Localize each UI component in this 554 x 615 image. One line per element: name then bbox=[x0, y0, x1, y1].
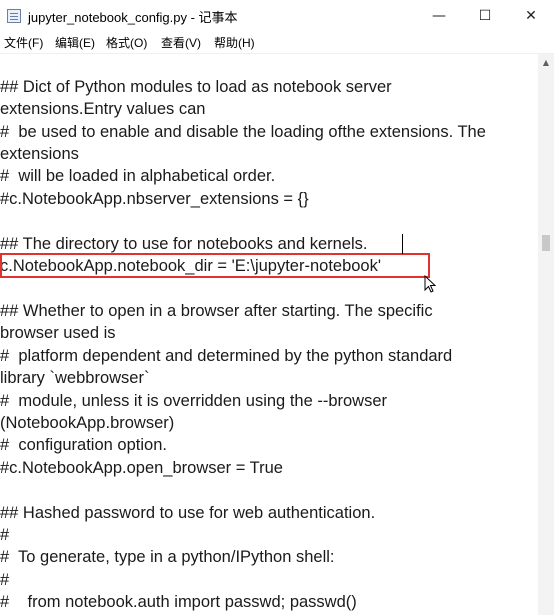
close-button[interactable]: ✕ bbox=[508, 0, 554, 32]
menu-view[interactable]: 查看(V) bbox=[161, 34, 201, 51]
maximize-icon: ☐ bbox=[478, 8, 492, 24]
title-bar: jupyter_notebook_config.py - 记事本 — ☐ ✕ bbox=[0, 0, 554, 32]
text-line: extensions.Entry values can bbox=[0, 100, 206, 118]
text-line: # from notebook.auth import passwd; pass… bbox=[0, 593, 357, 611]
highlight-box bbox=[0, 253, 430, 278]
text-line: ## Dict of Python modules to load as not… bbox=[0, 78, 392, 96]
text-line: #c.NotebookApp.open_browser = True bbox=[0, 459, 283, 477]
text-line: library `webbrowser` bbox=[0, 369, 150, 387]
vertical-scrollbar[interactable]: ▲ bbox=[538, 54, 554, 615]
mouse-pointer-icon bbox=[424, 275, 436, 293]
text-line: ## The directory to use for notebooks an… bbox=[0, 235, 368, 253]
menu-edit[interactable]: 编辑(E) bbox=[55, 34, 95, 51]
text-cursor bbox=[402, 234, 403, 254]
text-line: #c.NotebookApp.nbserver_extensions = {} bbox=[0, 190, 309, 208]
maximize-button[interactable]: ☐ bbox=[462, 0, 508, 32]
text-line: extensions bbox=[0, 145, 79, 163]
text-line: # To generate, type in a python/IPython … bbox=[0, 548, 335, 566]
menu-help[interactable]: 帮助(H) bbox=[214, 34, 255, 51]
text-line: # module, unless it is overridden using … bbox=[0, 392, 388, 410]
text-line: # bbox=[0, 526, 10, 544]
text-line: (NotebookApp.browser) bbox=[0, 414, 175, 432]
text-line: ## Whether to open in a browser after st… bbox=[0, 302, 433, 320]
text-line: # be used to enable and disable the load… bbox=[0, 123, 486, 141]
chevron-up-icon[interactable]: ▲ bbox=[538, 54, 554, 70]
notepad-icon bbox=[7, 9, 21, 23]
menu-file[interactable]: 文件(F) bbox=[4, 34, 43, 51]
text-line: # platform dependent and determined by t… bbox=[0, 347, 453, 365]
close-icon: ✕ bbox=[525, 8, 537, 24]
menu-format[interactable]: 格式(O) bbox=[106, 34, 147, 51]
text-line: # bbox=[0, 571, 10, 589]
text-line: ## Hashed password to use for web authen… bbox=[0, 504, 376, 522]
minimize-button[interactable]: — bbox=[416, 0, 462, 32]
text-line: # will be loaded in alphabetical order. bbox=[0, 167, 276, 185]
text-line: browser used is bbox=[0, 324, 116, 342]
text-editor[interactable]: ## Dict of Python modules to load as not… bbox=[0, 54, 538, 615]
menu-bar: 文件(F) 编辑(E) 格式(O) 查看(V) 帮助(H) bbox=[0, 32, 554, 54]
minimize-icon: — bbox=[432, 8, 446, 24]
window-title: jupyter_notebook_config.py - 记事本 bbox=[28, 10, 238, 25]
text-line: # configuration option. bbox=[0, 436, 167, 454]
scrollbar-thumb[interactable] bbox=[542, 235, 550, 251]
